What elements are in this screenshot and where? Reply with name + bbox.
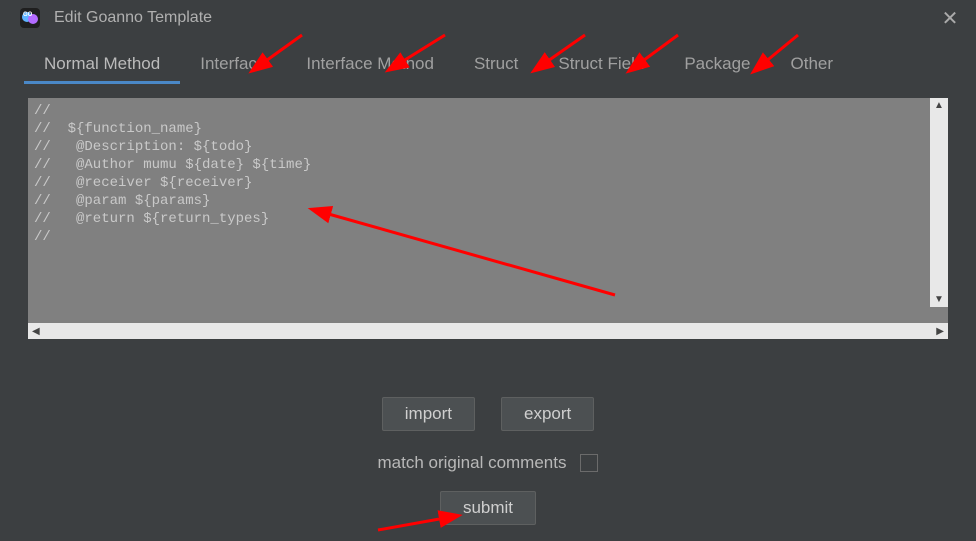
match-comments-checkbox[interactable]	[580, 454, 598, 472]
tab-struct-field[interactable]: Struct Field	[538, 46, 664, 84]
window-title: Edit Goanno Template	[54, 9, 212, 27]
tab-interface-method[interactable]: Interface Method	[286, 46, 454, 84]
tab-bar: Normal Method Interface Interface Method…	[0, 36, 976, 84]
import-button[interactable]: import	[382, 397, 475, 431]
tab-normal-method[interactable]: Normal Method	[24, 46, 180, 84]
submit-button[interactable]: submit	[440, 491, 536, 525]
tab-interface[interactable]: Interface	[180, 46, 286, 84]
scroll-down-icon[interactable]: ▼	[934, 294, 944, 305]
editor-content: // // ${function_name} // @Description: …	[28, 98, 948, 250]
scroll-left-icon[interactable]: ◀	[32, 326, 40, 337]
scroll-up-icon[interactable]: ▲	[934, 100, 944, 111]
template-editor[interactable]: // // ${function_name} // @Description: …	[28, 98, 948, 323]
svg-text:GO: GO	[23, 12, 33, 18]
tab-struct[interactable]: Struct	[454, 46, 538, 84]
export-button[interactable]: export	[501, 397, 594, 431]
vertical-scrollbar[interactable]: ▲ ▼	[930, 98, 948, 307]
match-comments-label: match original comments	[378, 453, 567, 473]
close-icon[interactable]: ✕	[940, 6, 960, 31]
tab-package[interactable]: Package	[664, 46, 770, 84]
scroll-right-icon[interactable]: ▶	[936, 326, 944, 337]
horizontal-scrollbar[interactable]: ◀ ▶	[28, 323, 948, 339]
app-icon: GO	[20, 8, 40, 28]
tab-other[interactable]: Other	[771, 46, 854, 84]
